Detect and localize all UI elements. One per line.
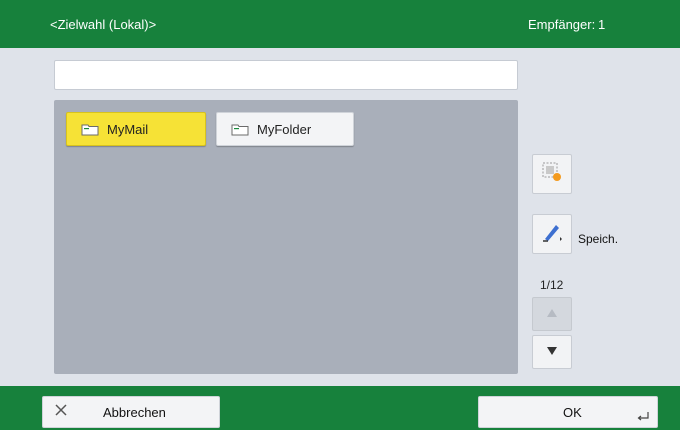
pen-icon [540,220,564,249]
triangle-up-icon [546,305,558,323]
store-button[interactable] [532,214,572,254]
enter-icon [637,409,649,421]
scroll-down-button[interactable] [532,335,572,369]
folder-icon [231,123,249,136]
page-indicator: 1/12 [540,278,564,292]
store-label: Speich. [578,232,619,246]
page-title: <Zielwahl (Lokal)> [50,17,157,32]
ok-label: OK [563,405,582,420]
scroll-up-button[interactable] [532,297,572,331]
list-item-mymail[interactable]: MyMail [66,112,206,146]
address-book-button[interactable] [532,154,572,194]
cancel-label: Abbrechen [103,405,166,420]
triangle-down-icon [546,343,558,361]
header-bar: <Zielwahl (Lokal)> Empfänger: 1 [0,0,680,48]
list-item-myfolder[interactable]: MyFolder [216,112,354,146]
search-input[interactable] [54,60,518,90]
close-icon [54,403,68,417]
address-book-icon [541,161,563,188]
list-item-label: MyFolder [257,121,312,137]
ok-button[interactable]: OK [478,396,658,428]
mail-folder-icon [81,123,99,136]
list-item-label: MyMail [107,121,149,137]
cancel-button[interactable]: Abbrechen [42,396,220,428]
recipients-label: Empfänger: [528,17,596,32]
recipients-count: 1 [598,17,606,32]
